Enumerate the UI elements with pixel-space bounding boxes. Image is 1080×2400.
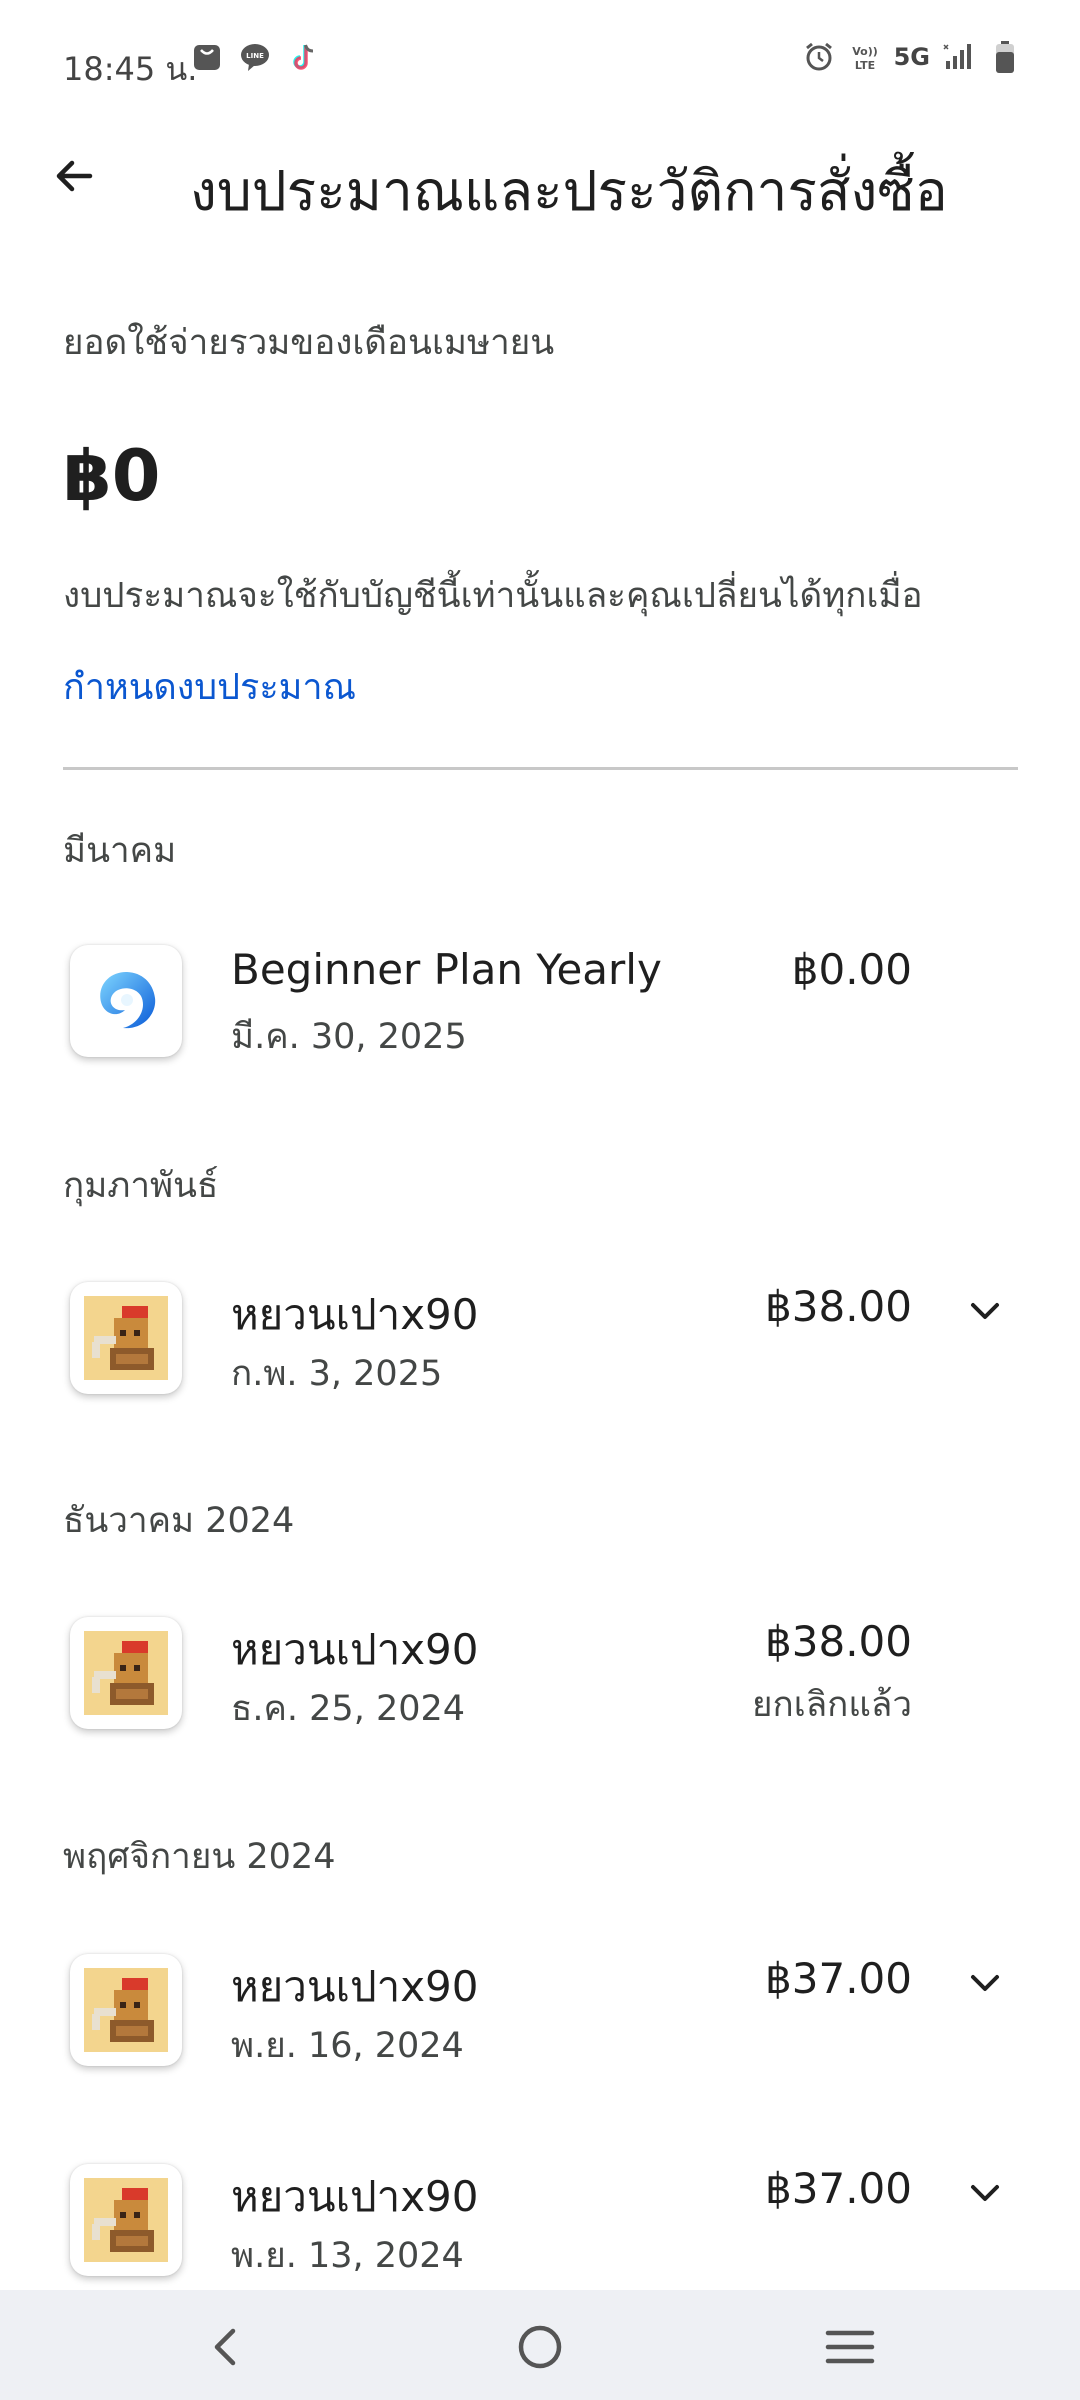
purchase-item[interactable]: หยวนเปาx90 พ.ย. 16, 2024 ฿37.00 bbox=[0, 1954, 1080, 2104]
system-status-icons: Vo)) LTE 5G bbox=[802, 40, 1022, 74]
system-nav-bar bbox=[0, 2290, 1080, 2400]
status-bar: 18:45 น. LINE Vo)) LTE 5G bbox=[0, 0, 1080, 120]
chevron-down-icon bbox=[971, 1303, 999, 1319]
arrow-back-icon bbox=[56, 160, 93, 192]
page-title: งบประมาณและประวัติการสั่งซื้อ bbox=[190, 159, 948, 223]
item-status: ยกเลิกแล้ว bbox=[752, 1685, 912, 1725]
screen: 18:45 น. LINE Vo)) LTE 5G งบประมาณและประ… bbox=[0, 0, 1080, 2400]
line-icon: LINE bbox=[238, 40, 272, 74]
nav-back-button[interactable] bbox=[192, 2312, 262, 2382]
section-header-december: ธันวาคม 2024 bbox=[63, 1501, 295, 1541]
pixel-game-icon bbox=[70, 1282, 182, 1394]
item-price: ฿38.00 bbox=[765, 1617, 912, 1666]
network-type: 5G bbox=[893, 43, 930, 71]
purchase-item[interactable]: Beginner Plan Yearly มี.ค. 30, 2025 ฿0.0… bbox=[0, 945, 1080, 1095]
nav-home-button[interactable] bbox=[505, 2312, 575, 2382]
purchase-item[interactable]: หยวนเปาx90 ธ.ค. 25, 2024 ฿38.00 ยกเลิกแล… bbox=[0, 1617, 1080, 1767]
item-price: ฿38.00 bbox=[765, 1282, 912, 1331]
expand-button[interactable] bbox=[960, 1286, 1010, 1336]
item-date: พ.ย. 16, 2024 bbox=[231, 2026, 464, 2066]
set-budget-link[interactable]: กำหนดงบประมาณ bbox=[63, 658, 356, 715]
nav-recents-button[interactable] bbox=[815, 2312, 885, 2382]
section-header-november: พฤศจิกายน 2024 bbox=[63, 1837, 336, 1877]
svg-text:Vo)): Vo)) bbox=[852, 45, 878, 58]
pixel-game-icon bbox=[70, 2164, 182, 2276]
svg-text:LTE: LTE bbox=[854, 59, 874, 72]
item-name: หยวนเปาx90 bbox=[231, 2172, 479, 2221]
section-header-february: กุมภาพันธ์ bbox=[63, 1166, 219, 1206]
item-price: ฿37.00 bbox=[765, 2164, 912, 2213]
item-price: ฿37.00 bbox=[765, 1954, 912, 2003]
divider bbox=[63, 767, 1018, 770]
shopping-bag-icon bbox=[190, 40, 224, 74]
tiktok-icon bbox=[286, 40, 320, 74]
notification-icons: LINE bbox=[190, 40, 320, 74]
expand-button[interactable] bbox=[960, 2168, 1010, 2218]
pixel-game-icon bbox=[70, 1617, 182, 1729]
item-name: หยวนเปาx90 bbox=[231, 1962, 479, 2011]
item-name: Beginner Plan Yearly bbox=[231, 945, 662, 994]
item-name: หยวนเปาx90 bbox=[231, 1625, 479, 1674]
home-nav-icon bbox=[518, 2325, 562, 2369]
back-button[interactable] bbox=[40, 142, 108, 210]
back-nav-icon bbox=[214, 2328, 236, 2366]
item-name: หยวนเปาx90 bbox=[231, 1290, 479, 1339]
status-time: 18:45 น. bbox=[63, 50, 198, 88]
chevron-down-icon bbox=[971, 2185, 999, 2201]
recents-nav-icon bbox=[825, 2330, 875, 2364]
monthly-spend-amount: ฿0 bbox=[63, 435, 161, 517]
item-date: ก.พ. 3, 2025 bbox=[231, 1354, 443, 1394]
item-date: พ.ย. 13, 2024 bbox=[231, 2236, 464, 2276]
alarm-icon bbox=[802, 40, 836, 74]
app-bar: งบประมาณและประวัติการสั่งซื้อ bbox=[0, 120, 1080, 240]
chevron-down-icon bbox=[971, 1975, 999, 1991]
expand-button[interactable] bbox=[960, 1958, 1010, 2008]
budget-note: งบประมาณจะใช้กับบัญชีนี้เท่านั้นและคุณเป… bbox=[63, 576, 923, 616]
pixel-game-icon bbox=[70, 1954, 182, 2066]
item-price: ฿0.00 bbox=[791, 945, 912, 994]
battery-icon bbox=[988, 40, 1022, 74]
svg-text:LINE: LINE bbox=[246, 52, 264, 60]
item-date: ธ.ค. 25, 2024 bbox=[231, 1689, 466, 1729]
purchase-item[interactable]: หยวนเปาx90 ก.พ. 3, 2025 ฿38.00 bbox=[0, 1282, 1080, 1432]
signal-icon bbox=[942, 40, 976, 74]
item-date: มี.ค. 30, 2025 bbox=[231, 1017, 467, 1057]
monthly-spend-label: ยอดใช้จ่ายรวมของเดือนเมษายน bbox=[63, 323, 555, 363]
swirl-app-icon bbox=[70, 945, 182, 1057]
section-header-march: มีนาคม bbox=[63, 831, 177, 871]
volte-icon: Vo)) LTE bbox=[848, 40, 882, 74]
